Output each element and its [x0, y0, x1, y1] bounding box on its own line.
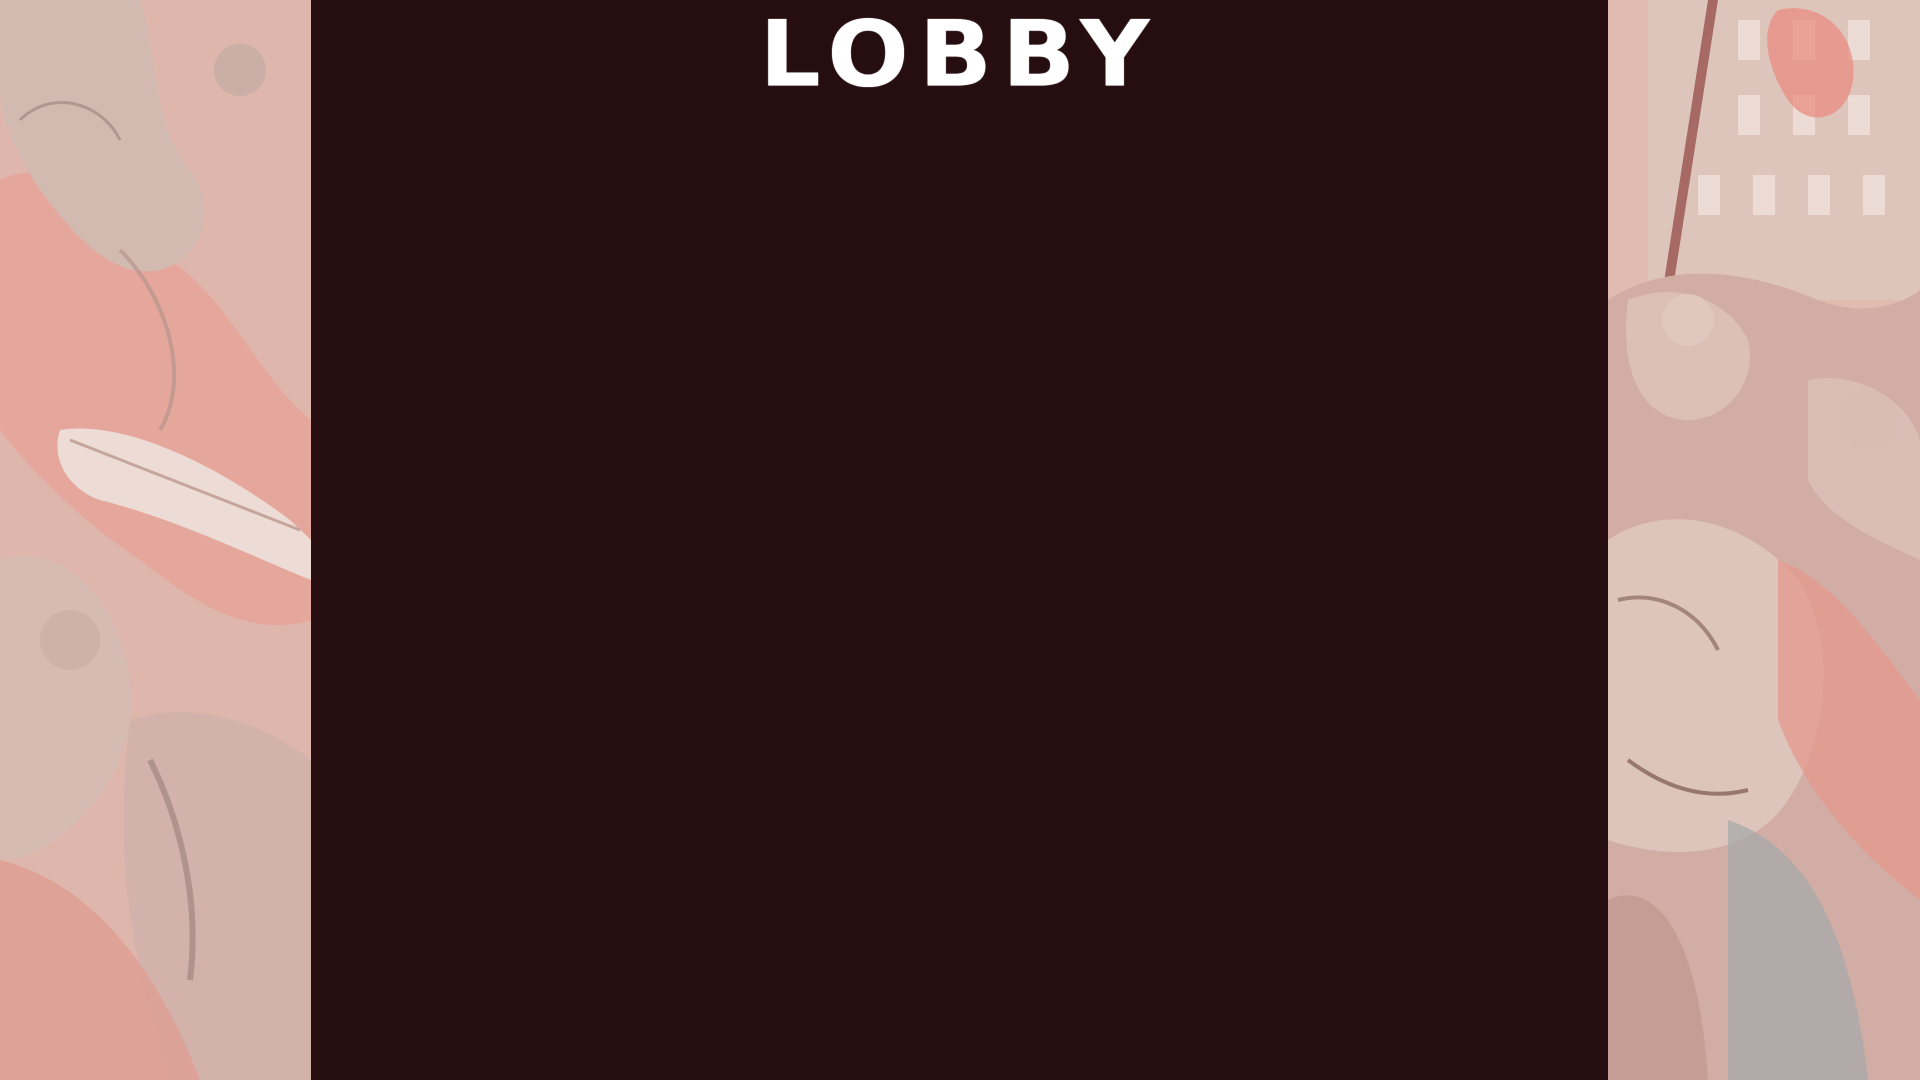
lobby-title: LOBBY: [759, 0, 1160, 108]
lobby-screen: LOBBY: [0, 0, 1920, 1080]
zombie-art-left-image: [0, 0, 311, 1080]
background-art-left: [0, 0, 311, 1080]
background-art-right: [1608, 0, 1920, 1080]
lobby-panel: LOBBY: [311, 0, 1608, 1080]
zombie-art-right-image: [1608, 0, 1920, 1080]
